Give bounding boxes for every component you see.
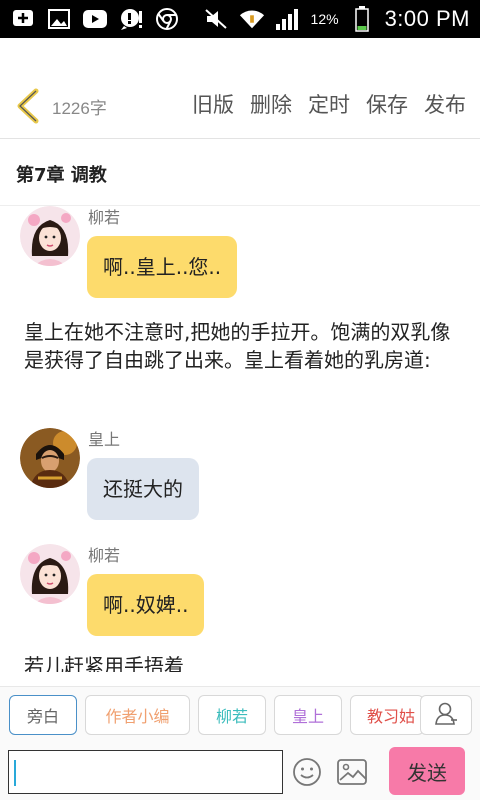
chat-alert-icon bbox=[118, 6, 144, 32]
delete-button[interactable]: 删除 bbox=[250, 89, 292, 119]
story-content[interactable]: 柳若 啊..皇上..您.. 皇上在她不注意时,把她的手拉开。饱满的双乳像是获得了… bbox=[0, 206, 480, 672]
status-bar: 12% 3:00 PM bbox=[0, 0, 480, 38]
youtube-icon bbox=[82, 6, 108, 32]
narration-text[interactable]: 若儿赶紧用手捂着 bbox=[24, 652, 464, 672]
role-author[interactable]: 作者小编 bbox=[85, 695, 190, 735]
manage-roles-button[interactable] bbox=[420, 695, 472, 735]
text-caret bbox=[14, 760, 16, 786]
input-row: 发送 bbox=[0, 742, 480, 800]
battery-percent: 12% bbox=[310, 11, 339, 27]
emperor-avatar[interactable] bbox=[20, 428, 80, 488]
message-bubble[interactable]: 还挺大的 bbox=[87, 458, 199, 520]
message-plus-icon bbox=[10, 6, 36, 32]
role-narrator[interactable]: 旁白 bbox=[9, 695, 77, 735]
woman-avatar[interactable] bbox=[20, 544, 80, 604]
person-icon bbox=[433, 700, 459, 730]
wifi-icon bbox=[239, 6, 265, 32]
chrome-icon bbox=[154, 6, 180, 32]
word-count: 1226字 bbox=[52, 99, 107, 118]
message-bubble[interactable]: 啊..奴婢.. bbox=[87, 574, 205, 636]
chapter-title: 第7章 调教 bbox=[16, 165, 107, 186]
image-icon bbox=[46, 6, 72, 32]
schedule-button[interactable]: 定时 bbox=[308, 89, 350, 119]
old-version-button[interactable]: 旧版 bbox=[192, 89, 234, 119]
mute-icon bbox=[203, 6, 229, 32]
editor-toolbar: 1226字 旧版 删除 定时 保存 发布 bbox=[0, 38, 480, 139]
send-button[interactable]: 发送 bbox=[389, 747, 465, 795]
role-emperor[interactable]: 皇上 bbox=[274, 695, 342, 735]
battery-icon bbox=[349, 6, 375, 32]
image-icon[interactable] bbox=[336, 758, 368, 790]
back-chevron-icon[interactable] bbox=[14, 88, 42, 124]
speaker-name: 柳若 bbox=[88, 546, 121, 565]
clock: 3:00 PM bbox=[384, 6, 470, 31]
role-liuruo[interactable]: 柳若 bbox=[198, 695, 266, 735]
publish-button[interactable]: 发布 bbox=[424, 89, 466, 119]
role-instructor[interactable]: 教习姑 bbox=[350, 695, 424, 735]
save-button[interactable]: 保存 bbox=[366, 89, 408, 119]
narration-text[interactable]: 皇上在她不注意时,把她的手拉开。饱满的双乳像是获得了自由跳了出来。皇上看着她的乳… bbox=[24, 318, 464, 374]
chapter-header[interactable]: 第7章 调教 bbox=[0, 139, 480, 206]
speaker-name: 柳若 bbox=[88, 208, 121, 227]
woman-avatar[interactable] bbox=[20, 206, 80, 266]
signal-icon bbox=[275, 6, 301, 32]
message-bubble[interactable]: 啊..皇上..您.. bbox=[87, 236, 238, 298]
role-selector-bar: 旁白 作者小编 柳若 皇上 教习姑 bbox=[0, 686, 480, 743]
message-input[interactable] bbox=[8, 750, 283, 794]
emoji-icon[interactable] bbox=[292, 757, 322, 791]
speaker-name: 皇上 bbox=[88, 430, 121, 449]
